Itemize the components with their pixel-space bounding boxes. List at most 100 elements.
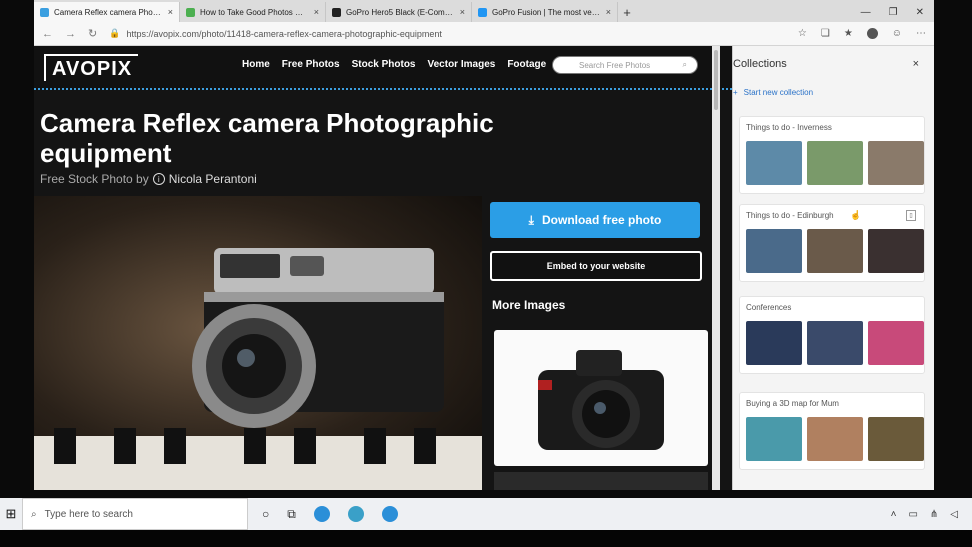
- toolbar-icons: ☆ ❏ ★ ☺ ⋯: [798, 28, 926, 39]
- collection-thumb[interactable]: [868, 229, 924, 273]
- browser-tab-bar: Camera Reflex camera Photograph × How to…: [34, 0, 934, 22]
- dslr-camera-icon: [538, 350, 664, 450]
- delete-icon[interactable]: ▯: [906, 210, 916, 221]
- cortana-icon[interactable]: ○: [262, 507, 269, 521]
- plus-icon: +: [733, 88, 738, 97]
- browser-tab[interactable]: How to Take Good Photos Using ×: [180, 2, 326, 22]
- taskbar-search-placeholder: Type here to search: [44, 508, 133, 520]
- author-link[interactable]: Nicola Perantoni: [169, 172, 257, 186]
- more-options-icon[interactable]: ⋯: [916, 28, 926, 39]
- taskbar-search-input[interactable]: ⌕ Type here to search: [22, 498, 248, 530]
- collection-name: Things to do - Edinburgh: [746, 211, 834, 220]
- piano-keys-icon: [34, 428, 482, 490]
- network-icon[interactable]: ⋔: [930, 509, 938, 520]
- collection-thumb[interactable]: [868, 417, 924, 461]
- taskbar-apps: ○ ⧉: [248, 506, 398, 522]
- profile-avatar[interactable]: [866, 28, 878, 39]
- chevron-up-icon[interactable]: ˄: [891, 509, 897, 520]
- new-tab-button[interactable]: +: [618, 2, 636, 22]
- collections-header: Collections ×: [733, 58, 935, 74]
- collection-thumb[interactable]: [746, 417, 802, 461]
- windows-start-icon[interactable]: ⊞: [0, 498, 22, 530]
- avopix-logo[interactable]: AVOPIX: [44, 54, 139, 81]
- more-image-thumb[interactable]: [494, 472, 708, 490]
- collection-thumb[interactable]: [868, 321, 924, 365]
- collection-name: Things to do - Inverness: [746, 123, 832, 132]
- url-field[interactable]: 🔒 https://avopix.com/photo/11418-camera-…: [109, 28, 786, 39]
- collection-name: Conferences: [746, 303, 792, 312]
- photo-credit: Free Stock Photo by i Nicola Perantoni: [40, 172, 257, 186]
- edge-icon[interactable]: [381, 506, 398, 522]
- browser-tab[interactable]: Camera Reflex camera Photograph ×: [34, 2, 180, 22]
- minimize-icon[interactable]: —: [861, 7, 871, 18]
- volume-icon[interactable]: ◁: [950, 509, 958, 520]
- collection-thumb[interactable]: [746, 321, 802, 365]
- nav-stock-photos[interactable]: Stock Photos: [352, 59, 416, 70]
- scrollbar-thumb[interactable]: [714, 50, 718, 110]
- search-placeholder: Search Free Photos: [579, 60, 651, 70]
- collection-thumb[interactable]: [746, 229, 802, 273]
- more-image-thumb[interactable]: [494, 330, 708, 466]
- close-tab-icon[interactable]: ×: [168, 7, 173, 17]
- nav-footage[interactable]: Footage: [507, 59, 546, 70]
- tab-title: Camera Reflex camera Photograph: [54, 7, 163, 17]
- collection-card[interactable]: Things to do - Edinburgh ☝ ▯: [739, 204, 925, 282]
- page-title: Camera Reflex camera Photographic equipm…: [40, 108, 494, 168]
- collection-thumb[interactable]: [807, 321, 863, 365]
- refresh-icon[interactable]: ↻: [88, 27, 97, 40]
- forward-icon[interactable]: →: [65, 28, 76, 40]
- back-icon[interactable]: ←: [42, 28, 53, 40]
- favicon-icon: [332, 7, 341, 17]
- url-text: https://avopix.com/photo/11418-camera-re…: [126, 28, 442, 39]
- search-icon[interactable]: ⌕: [683, 60, 687, 70]
- tab-title: How to Take Good Photos Using: [200, 7, 309, 17]
- embed-button[interactable]: Embed to your website: [490, 251, 702, 281]
- maximize-icon[interactable]: ❐: [889, 7, 898, 18]
- nav-vector-images[interactable]: Vector Images: [428, 59, 496, 70]
- browser-tab[interactable]: GoPro Fusion | The most versatile ×: [472, 2, 618, 22]
- start-new-collection-link[interactable]: + Start new collection: [733, 88, 813, 97]
- emoji-icon[interactable]: ☺: [892, 28, 902, 39]
- battery-icon[interactable]: ▭: [908, 509, 917, 520]
- page-scrollbar[interactable]: [712, 46, 720, 490]
- browser-tab[interactable]: GoPro Hero5 Black (E-Commerce) ×: [326, 2, 472, 22]
- nav-links: Home Free Photos Stock Photos Vector Ima…: [242, 59, 546, 70]
- tab-title: GoPro Fusion | The most versatile: [492, 7, 601, 17]
- system-tray: ˄ ▭ ⋔ ◁: [891, 509, 972, 520]
- download-label: Download free photo: [541, 213, 662, 227]
- search-icon: ⌕: [31, 508, 37, 520]
- favorites-icon[interactable]: ★: [844, 28, 853, 39]
- collection-card[interactable]: Things to do - Inverness: [739, 116, 925, 194]
- collections-icon[interactable]: ❏: [821, 28, 830, 39]
- favicon-icon: [186, 7, 195, 17]
- collection-thumb[interactable]: [746, 141, 802, 185]
- collection-card[interactable]: Conferences: [739, 296, 925, 374]
- nav-home[interactable]: Home: [242, 59, 270, 70]
- edge-icon[interactable]: [313, 506, 330, 522]
- download-button[interactable]: ⤓ Download free photo: [490, 202, 700, 238]
- tab-title: GoPro Hero5 Black (E-Commerce): [346, 7, 455, 17]
- web-page: AVOPIX Home Free Photos Stock Photos Vec…: [34, 46, 732, 490]
- nav-free-photos[interactable]: Free Photos: [282, 59, 340, 70]
- main-photo: [34, 196, 482, 490]
- collection-thumb[interactable]: [807, 141, 863, 185]
- close-tab-icon[interactable]: ×: [606, 7, 611, 17]
- close-tab-icon[interactable]: ×: [314, 7, 319, 17]
- collection-thumbs: [746, 321, 924, 365]
- close-window-icon[interactable]: ✕: [916, 7, 924, 18]
- collection-card[interactable]: Buying a 3D map for Mum: [739, 392, 925, 470]
- close-pane-icon[interactable]: ×: [913, 58, 919, 74]
- windows-taskbar: ⊞ ⌕ Type here to search ○ ⧉ ˄ ▭ ⋔ ◁: [0, 498, 972, 530]
- task-view-icon[interactable]: ⧉: [287, 507, 296, 522]
- camera-illustration: [34, 248, 482, 490]
- favicon-icon: [478, 7, 487, 17]
- address-bar: ← → ↻ 🔒 https://avopix.com/photo/11418-c…: [34, 22, 934, 46]
- favorite-star-icon[interactable]: ☆: [798, 28, 807, 39]
- collection-thumb[interactable]: [807, 229, 863, 273]
- close-tab-icon[interactable]: ×: [460, 7, 465, 17]
- collection-thumb[interactable]: [868, 141, 924, 185]
- collection-thumb[interactable]: [807, 417, 863, 461]
- edge-icon[interactable]: [347, 506, 364, 522]
- site-search-input[interactable]: Search Free Photos ⌕: [552, 56, 698, 74]
- credit-prefix: Free Stock Photo by: [40, 172, 149, 186]
